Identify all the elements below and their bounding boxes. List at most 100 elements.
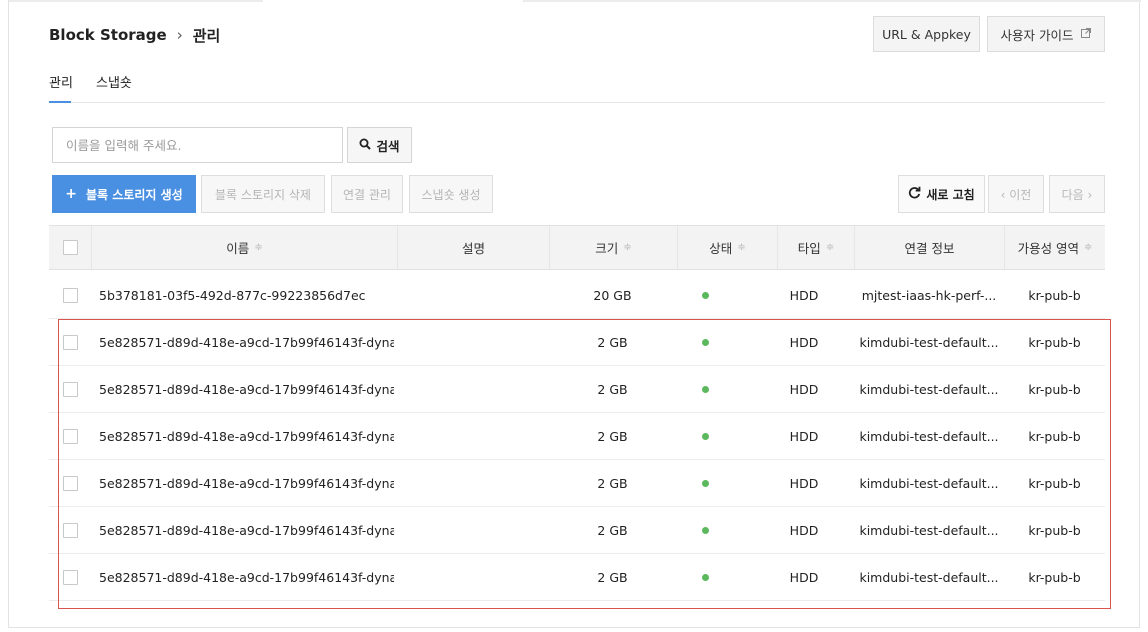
table-row[interactable]: 5b378181-03f5-492d-877c-99223856d7ec 20 G…	[49, 272, 1105, 319]
cell-zone: kr-pub-b	[1028, 569, 1081, 585]
cell-status	[677, 272, 733, 318]
cell-select	[49, 554, 91, 600]
next-page-button[interactable]: 다음 ›	[1049, 175, 1105, 213]
tab-manage[interactable]: 관리	[49, 72, 73, 91]
col-zone-label: 가용성 영역	[1017, 241, 1080, 256]
cell-zone: kr-pub-b	[1028, 287, 1081, 303]
row-checkbox[interactable]	[62, 522, 78, 538]
col-name[interactable]: 이름 ≑	[91, 226, 397, 269]
col-size-label: 크기	[595, 241, 619, 256]
connection-manage-button[interactable]: 연결 관리	[331, 175, 403, 213]
user-guide-label: 사용자 가이드	[1000, 27, 1074, 43]
cell-select	[49, 413, 91, 459]
cell-zone: kr-pub-b	[1028, 522, 1081, 538]
cell-zone: kr-pub-b	[1028, 381, 1081, 397]
cell-attachment: kimdubi-test-default...	[859, 522, 999, 538]
top-edge	[523, 0, 1141, 2]
status-dot-icon	[701, 479, 709, 487]
col-attachment: 연결 정보	[854, 226, 1004, 269]
cell-size: 2 GB	[597, 475, 628, 491]
cell-type: HDD	[789, 428, 819, 444]
url-appkey-button[interactable]: URL & Appkey	[873, 16, 980, 52]
tab-divider	[49, 102, 1105, 103]
tab-snapshot[interactable]: 스냅숏	[96, 72, 132, 91]
table-row[interactable]: 5e828571-d89d-418e-a9cd-17b99f46143f-dyn…	[49, 554, 1105, 601]
snapshot-label: 스냅숏 생성	[421, 187, 481, 202]
row-checkbox[interactable]	[62, 475, 78, 491]
prev-page-button[interactable]: ‹ 이전	[988, 175, 1044, 213]
search-button[interactable]: 검색	[347, 127, 412, 163]
col-type[interactable]: 타입 ≑	[777, 226, 854, 269]
cell-attachment: kimdubi-test-default...	[859, 475, 999, 491]
row-checkbox[interactable]	[62, 569, 78, 585]
delete-label: 블록 스토리지 삭제	[215, 187, 311, 202]
refresh-icon	[908, 186, 926, 202]
cell-description	[397, 413, 549, 459]
plus-icon: +	[65, 186, 78, 202]
status-dot-icon	[701, 291, 709, 299]
cell-status	[677, 554, 733, 600]
cell-type: HDD	[789, 287, 819, 303]
col-attachment-label: 연결 정보	[904, 241, 955, 256]
table-row[interactable]: 5e828571-d89d-418e-a9cd-17b99f46143f-dyn…	[49, 319, 1105, 366]
cell-select	[49, 319, 91, 365]
search-input[interactable]	[52, 127, 343, 163]
cell-type: HDD	[789, 381, 819, 397]
select-all-cell	[49, 226, 91, 269]
col-status-label: 상태	[709, 241, 733, 256]
row-checkbox[interactable]	[62, 287, 78, 303]
cell-description	[397, 366, 549, 412]
cell-status	[677, 413, 733, 459]
cell-status	[677, 366, 733, 412]
cell-description	[397, 319, 549, 365]
cell-status	[677, 319, 733, 365]
cell-description	[397, 272, 549, 318]
delete-block-storage-button[interactable]: 블록 스토리지 삭제	[201, 175, 325, 213]
create-block-storage-button[interactable]: + 블록 스토리지 생성	[52, 175, 196, 213]
row-checkbox[interactable]	[62, 381, 78, 397]
refresh-button[interactable]: 새로 고침	[898, 175, 985, 213]
select-all-checkbox[interactable]	[62, 240, 78, 255]
cell-size: 2 GB	[597, 428, 628, 444]
cell-size: 2 GB	[597, 522, 628, 538]
cell-name: 5e828571-d89d-418e-a9cd-17b99f46143f-dyn…	[99, 381, 394, 397]
cell-zone: kr-pub-b	[1028, 334, 1081, 350]
cell-description	[397, 460, 549, 506]
cell-select	[49, 460, 91, 506]
col-size[interactable]: 크기 ≑	[549, 226, 677, 269]
cell-name: 5e828571-d89d-418e-a9cd-17b99f46143f-dyn…	[99, 428, 394, 444]
cell-status	[677, 507, 733, 553]
status-dot-icon	[701, 432, 709, 440]
cell-type: HDD	[789, 569, 819, 585]
status-dot-icon	[701, 338, 709, 346]
table-row[interactable]: 5e828571-d89d-418e-a9cd-17b99f46143f-dyn…	[49, 460, 1105, 507]
cell-name: 5e828571-d89d-418e-a9cd-17b99f46143f-dyn…	[99, 522, 394, 538]
cell-description	[397, 554, 549, 600]
active-tab-indicator	[49, 101, 71, 103]
breadcrumb-service[interactable]: Block Storage	[49, 26, 167, 44]
table-row[interactable]: 5e828571-d89d-418e-a9cd-17b99f46143f-dyn…	[49, 366, 1105, 413]
cell-name: 5e828571-d89d-418e-a9cd-17b99f46143f-dyn…	[99, 569, 394, 585]
cell-name: 5e828571-d89d-418e-a9cd-17b99f46143f-dyn…	[99, 334, 394, 350]
cell-size: 2 GB	[597, 381, 628, 397]
status-dot-icon	[701, 573, 709, 581]
sort-icon: ≑	[737, 242, 746, 253]
cell-select	[49, 507, 91, 553]
table-row[interactable]: 5e828571-d89d-418e-a9cd-17b99f46143f-dyn…	[49, 413, 1105, 460]
table-row[interactable]: 5e828571-d89d-418e-a9cd-17b99f46143f-dyn…	[49, 507, 1105, 554]
col-name-label: 이름	[226, 241, 250, 256]
col-description-label: 설명	[461, 241, 485, 256]
sort-icon: ≑	[254, 242, 263, 253]
row-checkbox[interactable]	[62, 334, 78, 350]
refresh-label: 새로 고침	[926, 187, 975, 202]
cell-select	[49, 272, 91, 318]
create-snapshot-button[interactable]: 스냅숏 생성	[409, 175, 493, 213]
cell-type: HDD	[789, 334, 819, 350]
col-zone[interactable]: 가용성 영역 ≑	[1004, 226, 1105, 269]
search-button-label: 검색	[376, 138, 400, 154]
breadcrumb: Block Storage › 관리	[49, 24, 220, 46]
col-status[interactable]: 상태 ≑	[677, 226, 777, 269]
cell-status	[677, 460, 733, 506]
user-guide-button[interactable]: 사용자 가이드	[987, 16, 1105, 52]
row-checkbox[interactable]	[62, 428, 78, 444]
